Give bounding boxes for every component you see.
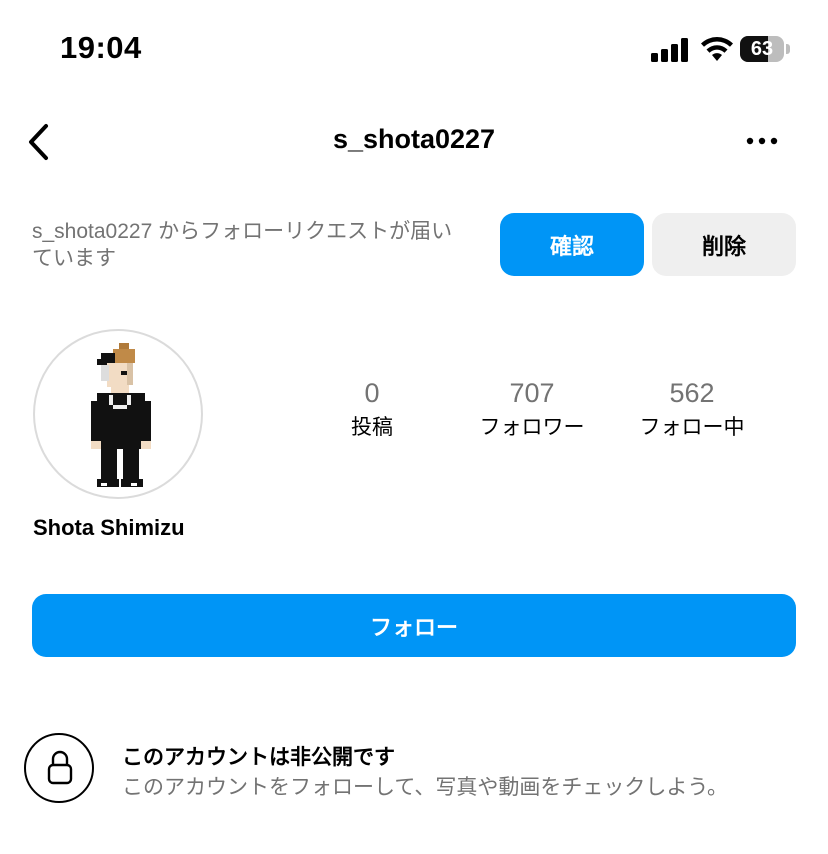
pixel-character-avatar-image [91, 343, 151, 487]
private-account-title: このアカウントは非公開です [122, 746, 395, 769]
private-account-description: このアカウントをフォローして、写真や動画をチェックしよう。 [122, 776, 729, 799]
stat-followers-count: 707 [509, 378, 555, 408]
status-time: 19:04 [60, 30, 142, 65]
stat-following-count: 562 [669, 378, 715, 408]
stat-following-label: フォロー中 [639, 416, 745, 439]
wifi-icon [701, 37, 733, 61]
follow-request-text: s_shota0227 からフォローリクエストが届いています [32, 220, 453, 270]
stat-posts-count: 0 [364, 378, 380, 408]
stat-posts: 0 投稿 [302, 378, 442, 441]
battery-percentage: 63 [750, 38, 774, 60]
cellular-signal-icon [651, 38, 688, 62]
profile-full-name: Shota Shimizu [33, 515, 185, 540]
page-title-username: s_shota0227 [332, 124, 496, 154]
avatar[interactable] [33, 329, 203, 499]
battery-indicator: 63 [740, 36, 792, 64]
follow-button[interactable]: フォロー [32, 594, 796, 657]
stat-following[interactable]: 562 フォロー中 [622, 378, 762, 441]
confirm-button[interactable]: 確認 [500, 213, 644, 276]
delete-button[interactable]: 削除 [652, 213, 796, 276]
stat-posts-label: 投稿 [351, 416, 393, 439]
stat-followers-label: フォロワー [479, 416, 585, 439]
stat-followers[interactable]: 707 フォロワー [462, 378, 602, 441]
more-options-icon[interactable] [742, 124, 782, 158]
lock-icon [24, 733, 94, 803]
